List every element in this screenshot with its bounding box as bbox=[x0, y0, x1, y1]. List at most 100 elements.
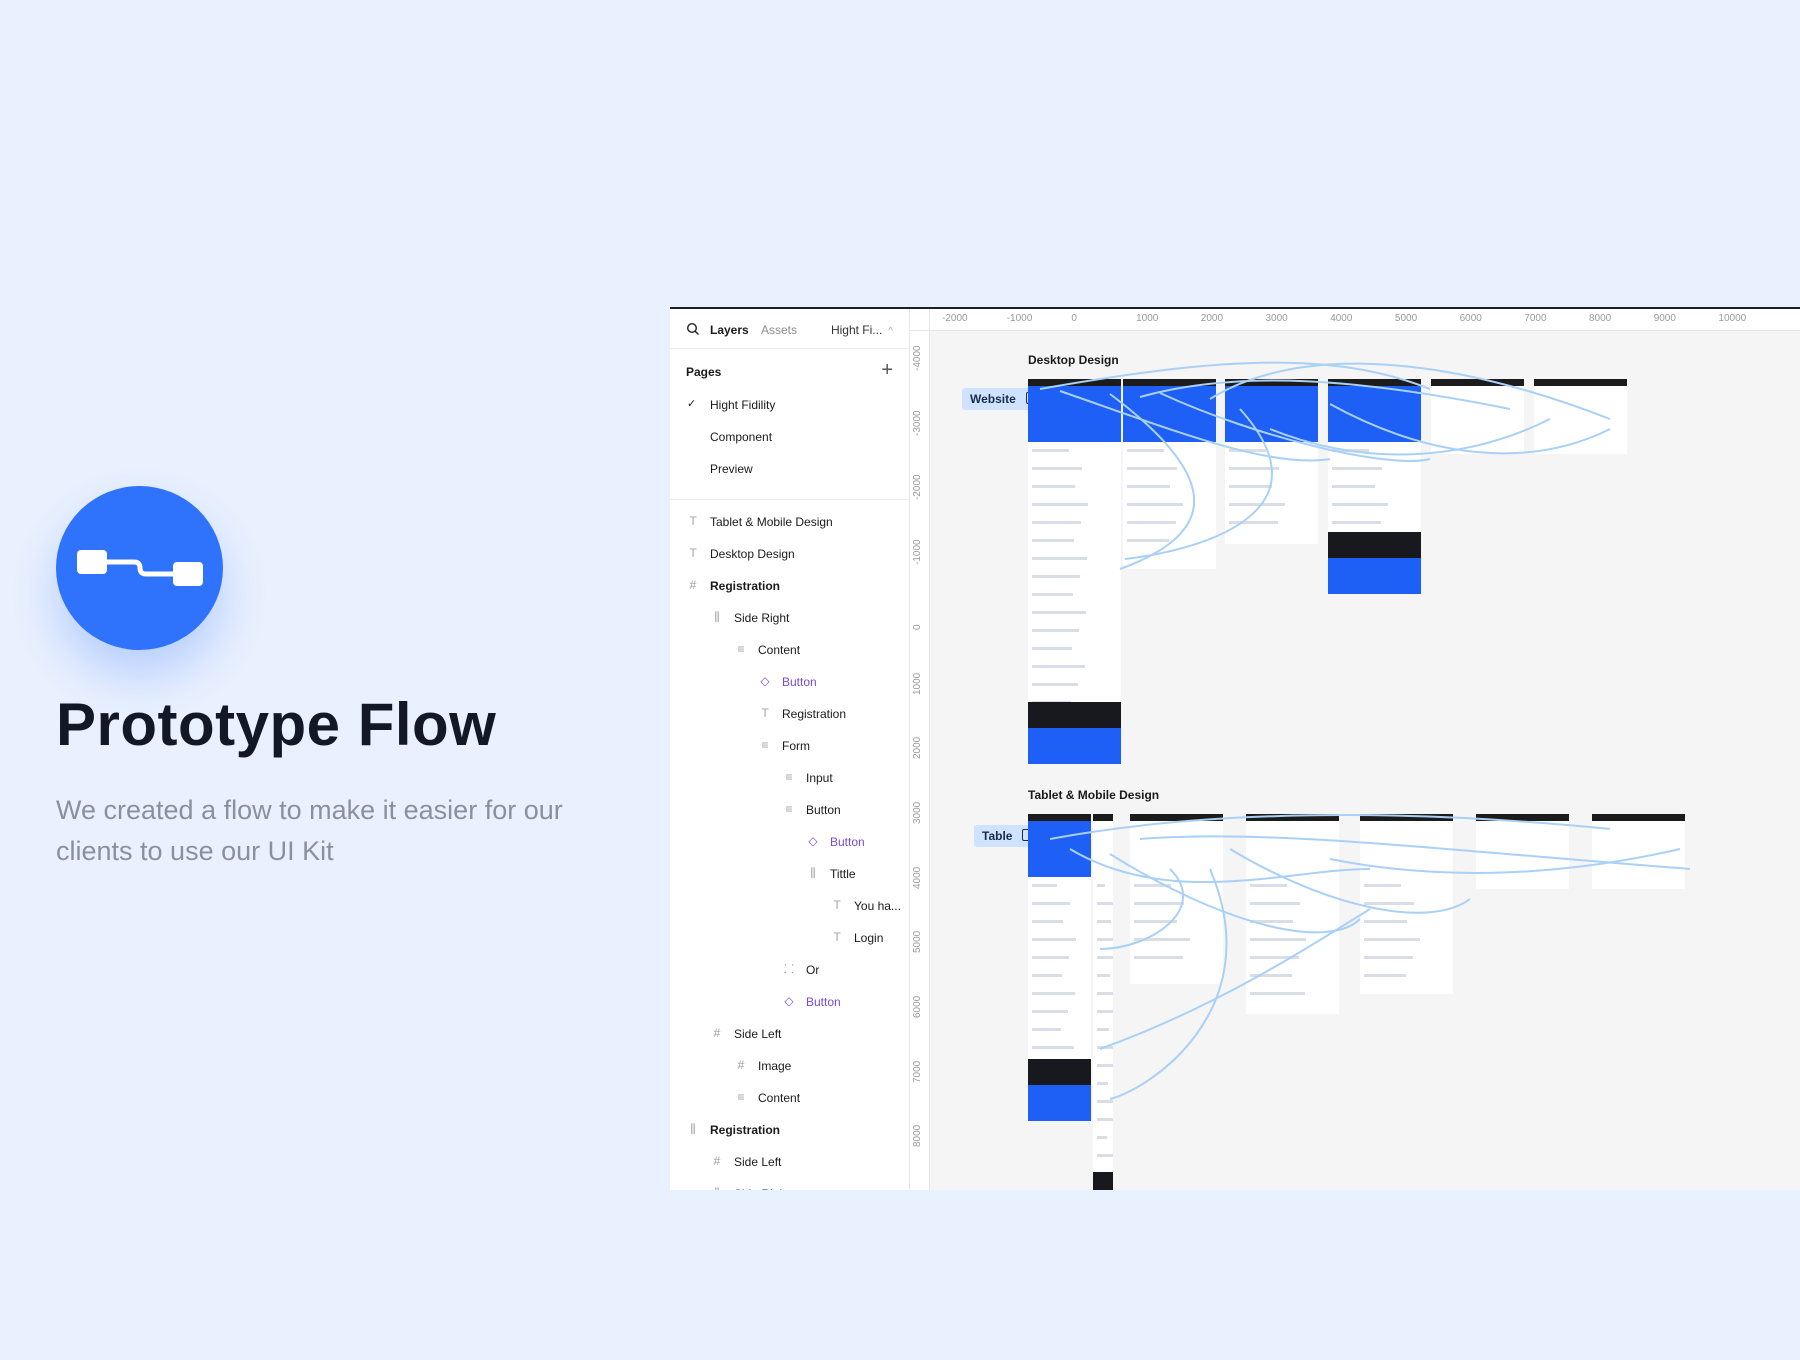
search-icon[interactable] bbox=[686, 322, 700, 336]
layer-row[interactable]: ◇ Button bbox=[670, 986, 909, 1018]
design-canvas[interactable]: -2000 -1000 0 1000 2000 3000 4000 5000 6000 7000 8… bbox=[910, 309, 1800, 1190]
autolayout-v-layer-icon: ≡ bbox=[761, 738, 769, 752]
chevron-up-icon: ^ bbox=[888, 326, 893, 337]
layer-label: Button bbox=[806, 995, 841, 1009]
section-title-desktop[interactable]: Desktop Design bbox=[1028, 353, 1119, 367]
frame-header bbox=[1130, 814, 1223, 821]
frame-content-line bbox=[1032, 539, 1075, 542]
frame-content-line bbox=[1332, 449, 1370, 452]
layer-row[interactable]: T Tablet & Mobile Design bbox=[670, 506, 909, 538]
sidebar-tabs: Layers Assets Hight Fi... ^ bbox=[670, 309, 909, 349]
frame-content-line bbox=[1032, 1046, 1075, 1049]
check-icon: ✓ bbox=[687, 398, 697, 410]
autolayout-h-layer-icon: ⫼ bbox=[710, 1186, 724, 1190]
frame-header bbox=[1592, 814, 1685, 821]
frame-layer-icon: # bbox=[689, 578, 697, 592]
component-layer-icon: ◇ bbox=[760, 674, 770, 688]
ruler-tick-label: 8000 bbox=[1589, 313, 1612, 324]
layer-row[interactable]: # Registration bbox=[670, 570, 909, 602]
layer-label: Form bbox=[782, 739, 810, 753]
ruler-tick-label: 0 bbox=[912, 624, 923, 630]
layer-row[interactable]: T Desktop Design bbox=[670, 538, 909, 570]
layer-row[interactable]: # Side Left bbox=[670, 1146, 909, 1178]
frame-cta-block bbox=[1028, 702, 1121, 728]
layer-row[interactable]: # Side Left bbox=[670, 1018, 909, 1050]
layer-row[interactable]: ≡ Content bbox=[670, 1082, 909, 1114]
screen-frame[interactable] bbox=[1093, 814, 1113, 1190]
frame-content-line bbox=[1032, 902, 1071, 905]
layer-row[interactable]: ◇ Button bbox=[670, 666, 909, 698]
frame-content-line bbox=[1229, 521, 1279, 524]
screen-frame[interactable] bbox=[1431, 379, 1524, 454]
frame-content-line bbox=[1032, 593, 1074, 596]
tab-assets[interactable]: Assets bbox=[761, 323, 797, 337]
layer-row[interactable]: ≡ Input bbox=[670, 762, 909, 794]
frame-content-line bbox=[1032, 1010, 1069, 1013]
layer-row[interactable]: T Login bbox=[670, 922, 909, 954]
ruler-tick-label: 1000 bbox=[912, 672, 923, 695]
screen-frame[interactable] bbox=[1360, 814, 1453, 994]
ruler-tick-label: 1000 bbox=[1136, 313, 1159, 324]
ruler-tick-label: -1000 bbox=[912, 539, 923, 566]
prototype-flow-icon bbox=[56, 486, 223, 650]
layer-label: Registration bbox=[710, 579, 781, 593]
frame-content-line bbox=[1032, 485, 1076, 488]
frame-content-line bbox=[1127, 521, 1177, 524]
frame-header bbox=[1028, 814, 1091, 821]
screen-frame[interactable] bbox=[1328, 379, 1421, 594]
frame-content-line bbox=[1332, 503, 1389, 506]
screen-frame[interactable] bbox=[1028, 379, 1121, 764]
page-selector[interactable]: Hight Fi... ^ bbox=[831, 323, 893, 337]
frame-content-line bbox=[1127, 485, 1171, 488]
frame-content-line bbox=[1032, 521, 1082, 524]
screen-frame[interactable] bbox=[1592, 814, 1685, 889]
frame-content-line bbox=[1032, 683, 1079, 686]
layer-row[interactable]: ⸬ Or bbox=[670, 954, 909, 986]
frame-hero-block bbox=[1123, 386, 1216, 442]
screen-frame[interactable] bbox=[1123, 379, 1216, 569]
autolayout-v-layer-icon: ≡ bbox=[737, 1090, 745, 1104]
section-title-tablet[interactable]: Tablet & Mobile Design bbox=[1028, 788, 1159, 802]
screen-frame[interactable] bbox=[1534, 379, 1627, 454]
tab-layers[interactable]: Layers bbox=[710, 323, 749, 337]
frame-hero-block bbox=[1028, 386, 1121, 442]
layer-row[interactable]: ⫼ Side Right bbox=[670, 602, 909, 634]
screen-frame[interactable] bbox=[1130, 814, 1223, 984]
layer-label: Registration bbox=[782, 707, 847, 721]
layer-row[interactable]: ⫼ Registration bbox=[670, 1114, 909, 1146]
layer-row[interactable]: ≡ Form bbox=[670, 730, 909, 762]
screen-frame[interactable] bbox=[1246, 814, 1339, 1014]
page-item-hight-fidility[interactable]: ✓ Hight Fidility bbox=[670, 389, 909, 421]
frame-header bbox=[1123, 379, 1216, 386]
page-item-preview[interactable]: Preview bbox=[670, 453, 909, 485]
frame-content-line bbox=[1250, 938, 1307, 941]
layer-label: Side Left bbox=[734, 1027, 782, 1041]
frame-content-line bbox=[1032, 884, 1058, 887]
screen-frame[interactable] bbox=[1225, 379, 1318, 544]
layer-row[interactable]: ⫼ Tittle bbox=[670, 858, 909, 890]
layer-label: Login bbox=[854, 931, 884, 945]
ruler-tick-label: 7000 bbox=[912, 1060, 923, 1083]
screen-frame[interactable] bbox=[1476, 814, 1569, 889]
frame-content-line bbox=[1250, 884, 1288, 887]
layer-row[interactable]: ≡ Button bbox=[670, 794, 909, 826]
hero-description: We created a flow to make it easier for … bbox=[56, 795, 563, 866]
page-item-component[interactable]: Component bbox=[670, 421, 909, 453]
screen-frame[interactable] bbox=[1028, 814, 1091, 1121]
frame-content-line bbox=[1250, 902, 1301, 905]
frame-content-line bbox=[1032, 1028, 1062, 1031]
layer-row[interactable]: ◇ Button bbox=[670, 826, 909, 858]
autolayout-h-layer-icon: ⫼ bbox=[690, 1122, 696, 1136]
layer-row[interactable]: T You ha... bbox=[670, 890, 909, 922]
layer-row[interactable]: ⫼ Side Right bbox=[670, 1178, 909, 1190]
frame-header bbox=[1328, 379, 1421, 386]
ruler-tick-label: -2000 bbox=[912, 474, 923, 501]
ruler-tick-label: -4000 bbox=[912, 345, 923, 371]
ruler-tick-label: 4000 bbox=[912, 866, 923, 889]
layer-row[interactable]: ≡ Content bbox=[670, 634, 909, 666]
layer-row[interactable]: # Image bbox=[670, 1050, 909, 1082]
ruler-tick-label: 2000 bbox=[1200, 313, 1224, 324]
add-page-icon[interactable]: + bbox=[881, 359, 893, 382]
layer-row[interactable]: T Registration bbox=[670, 698, 909, 730]
ruler-tick-label: 2000 bbox=[912, 736, 923, 760]
